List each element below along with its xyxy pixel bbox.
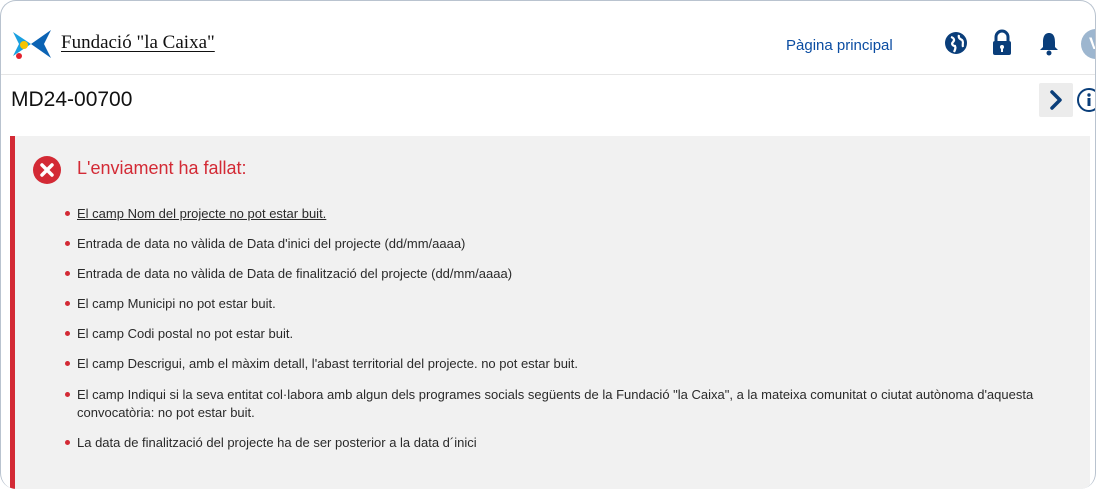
bell-icon[interactable] <box>1035 29 1063 57</box>
user-avatar[interactable]: V <box>1081 29 1095 59</box>
error-text: El camp Codi postal no pot estar buit. <box>77 326 294 341</box>
bullet <box>65 392 70 397</box>
globe-icon[interactable] <box>942 29 970 57</box>
la-caixa-star-logo[interactable] <box>11 26 55 62</box>
error-text: La data de finalització del projecte ha … <box>77 435 477 450</box>
error-text: El camp Descrigui, amb el màxim detall, … <box>77 356 579 371</box>
lock-icon[interactable] <box>988 29 1016 57</box>
bullet <box>65 331 70 336</box>
error-item: El camp Municipi no pot estar buit. <box>65 295 1037 313</box>
error-text: Entrada de data no vàlida de Data de fin… <box>77 266 513 281</box>
bullet <box>65 241 70 246</box>
app-window: Fundació "la Caixa" Pàgina principal MD2… <box>0 0 1096 489</box>
bullet <box>65 361 70 366</box>
error-item: El camp Indiqui si la seva entitat col·l… <box>65 386 1037 422</box>
error-text: El camp Indiqui si la seva entitat col·l… <box>77 387 1034 420</box>
error-item: El camp Codi postal no pot estar buit. <box>65 325 1037 343</box>
error-panel: L'enviament ha fallat: El camp Nom del p… <box>10 136 1090 489</box>
error-item: Entrada de data no vàlida de Data d'inic… <box>65 235 1037 253</box>
bullet <box>65 301 70 306</box>
error-item: Entrada de data no vàlida de Data de fin… <box>65 265 1037 283</box>
bullet <box>65 211 70 216</box>
error-item: El camp Descrigui, amb el màxim detall, … <box>65 355 1037 373</box>
page-title: MD24-00700 <box>11 88 133 111</box>
bullet <box>65 271 70 276</box>
error-link-project-name[interactable]: El camp Nom del projecte no pot estar bu… <box>77 206 326 221</box>
error-item: La data de finalització del projecte ha … <box>65 434 1037 452</box>
expand-panel-button[interactable] <box>1039 83 1073 117</box>
error-text: El camp Municipi no pot estar buit. <box>77 296 276 311</box>
brand-name[interactable]: Fundació "la Caixa" <box>61 32 215 54</box>
info-button[interactable] <box>1076 87 1095 113</box>
chevron-right-icon <box>1050 90 1062 110</box>
info-icon <box>1077 88 1095 112</box>
top-header: Fundació "la Caixa" Pàgina principal <box>1 1 1095 75</box>
error-text: Entrada de data no vàlida de Data d'inic… <box>77 236 466 251</box>
home-link[interactable]: Pàgina principal <box>786 37 893 54</box>
error-item[interactable]: El camp Nom del projecte no pot estar bu… <box>65 205 1037 223</box>
bullet <box>65 440 70 445</box>
error-icon <box>32 155 62 185</box>
error-title: L'enviament ha fallat: <box>77 158 247 178</box>
